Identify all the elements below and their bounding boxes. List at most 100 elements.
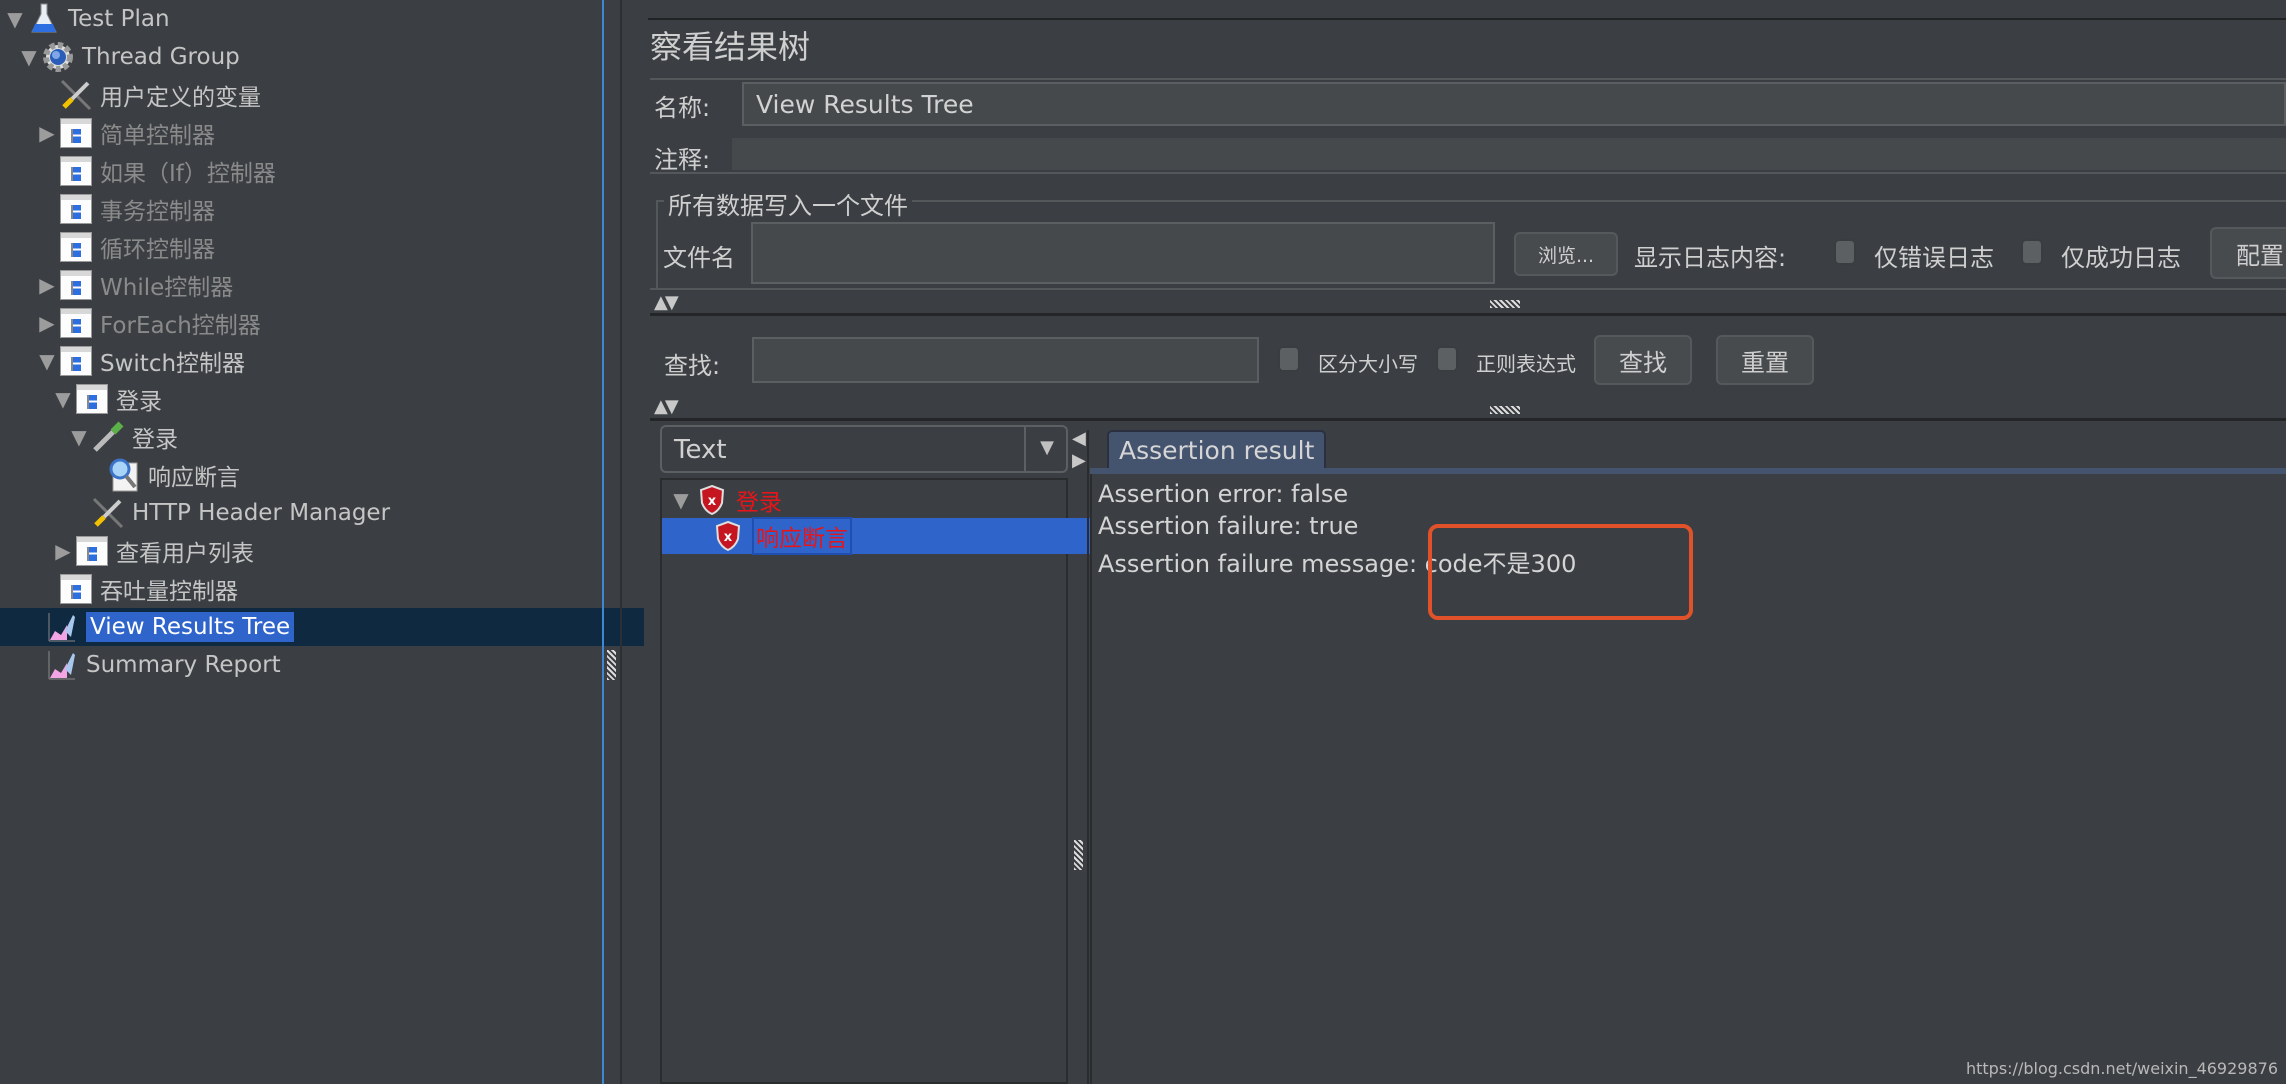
filename-label: 文件名 [663,244,735,272]
split-pane-grip-icon[interactable] [607,650,616,680]
tree-item-switch-controller[interactable]: ▼ Switch控制器 [0,342,636,380]
result-tree-label: 响应断言 [752,517,852,555]
filename-input[interactable] [751,222,1495,284]
divider [1087,430,1089,1084]
regex-checkbox[interactable] [1436,346,1458,372]
collapse-arrow-icon[interactable]: ▶ [36,121,58,145]
sample-result-tree[interactable]: ▼ x 登录 x 响应断言 [660,478,1118,1084]
tree-item-foreach-controller[interactable]: ▶ ForEach控制器 [0,304,636,342]
test-plan-tree[interactable]: ▼ Test Plan ▼ Thread Group 用户定义的变量 ▶ 简单控… [0,0,644,1084]
splitter-grip-icon[interactable] [1074,840,1083,870]
tree-item-user-defined-variables[interactable]: 用户定义的变量 [0,76,658,114]
expand-arrow-icon[interactable]: ▼ [52,387,74,411]
controller-icon [58,229,94,265]
result-tree-item[interactable]: ▼ x 登录 [662,482,1074,518]
wrench-screwdriver-icon [58,77,94,113]
tree-item-while-controller[interactable]: ▶ While控制器 [0,266,636,304]
tree-item-view-user-list[interactable]: ▶ 查看用户列表 [0,532,652,570]
tree-item-transaction-controller[interactable]: 事务控制器 [0,190,658,228]
chevron-down-icon: ▼ [1040,437,1054,458]
errors-only-checkbox[interactable] [1834,239,1856,265]
tree-item-loop-controller[interactable]: 循环控制器 [0,228,658,266]
svg-text:x: x [724,530,733,545]
search-input[interactable] [752,337,1259,383]
watermark: https://blog.csdn.net/weixin_46929876 [1965,1059,2278,1078]
fieldset-border [656,200,658,290]
tree-item-summary-report[interactable]: Summary Report [0,646,644,684]
flask-icon [26,1,62,37]
tree-item-simple-controller[interactable]: ▶ 简单控制器 [0,114,636,152]
errors-only-label: 仅错误日志 [1874,244,1994,272]
tree-item-thread-group[interactable]: ▼ Thread Group [0,38,618,76]
configure-button[interactable]: 配置 [2210,227,2286,279]
tree-item-http-header-manager[interactable]: HTTP Header Manager [0,494,690,532]
find-button[interactable]: 查找 [1594,335,1692,385]
case-sensitive-label: 区分大小写 [1318,352,1418,376]
divider [650,288,2286,290]
splitter-grip-icon[interactable] [1490,406,1520,414]
browse-button[interactable]: 浏览... [1514,232,1618,276]
log-content-label: 显示日志内容: [1634,244,1787,272]
controller-icon [58,343,94,379]
file-group-label: 所有数据写入一个文件 [664,186,912,221]
renderer-select[interactable]: Text ▼ [660,425,1068,473]
graph-icon [44,609,80,645]
renderer-select-value: Text [674,435,727,465]
controller-icon [58,571,94,607]
magnifier-icon [106,457,142,493]
expand-arrow-icon[interactable]: ▼ [68,425,90,449]
collapse-arrow-icon[interactable]: ▶ [52,539,74,563]
result-line: Assertion failure: true [1098,512,1359,540]
tree-item-view-results-tree[interactable]: View Results Tree [0,608,644,646]
select-separator [1024,427,1026,471]
tree-item-response-assertion[interactable]: 响应断言 [0,456,706,494]
tree-item-if-controller[interactable]: 如果（If）控制器 [0,152,658,190]
success-only-checkbox[interactable] [2021,239,2043,265]
split-pane-divider[interactable] [602,0,604,1084]
name-label: 名称: [654,94,711,122]
splitter-collapse-arrows-icon[interactable]: ▲▼ [654,396,679,417]
comment-label: 注释: [654,146,711,174]
splitter-collapse-arrows-icon[interactable]: ▲▼ [654,292,679,313]
controller-icon [58,153,94,189]
collapse-arrow-icon[interactable]: ▶ [36,273,58,297]
collapse-arrow-icon[interactable]: ▶ [36,311,58,335]
controller-icon [74,533,110,569]
controller-icon [58,267,94,303]
name-input[interactable]: View Results Tree [742,82,2286,126]
failure-shield-icon: x [698,485,726,515]
comment-input[interactable] [732,138,2286,170]
result-tree-item-selected[interactable]: x 响应断言 [662,517,1118,555]
tree-item-throughput-controller[interactable]: 吞吐量控制器 [0,570,658,608]
tree-item-test-plan[interactable]: ▼ Test Plan [0,0,604,38]
success-only-label: 仅成功日志 [2061,244,2181,272]
tree-item-login-sampler[interactable]: ▼ 登录 [0,418,668,456]
gear-icon [40,39,76,75]
reset-button[interactable]: 重置 [1716,335,1814,385]
expand-arrow-icon[interactable]: ▼ [670,488,692,512]
divider [650,418,2286,421]
tab-assertion-result[interactable]: Assertion result [1107,430,1327,468]
splitter-grip-icon[interactable] [1490,300,1520,308]
expand-arrow-icon[interactable]: ▼ [4,7,26,31]
highlight-annotation-box [1428,524,1693,620]
result-line: Assertion error: false [1098,480,1349,508]
tree-item-login-controller[interactable]: ▼ 登录 [0,380,652,418]
expand-arrow-icon[interactable]: ▼ [36,349,58,373]
divider [650,172,2286,174]
controller-icon [58,115,94,151]
expand-arrow-icon[interactable]: ▼ [18,45,40,69]
graph-icon [44,647,80,683]
pipette-icon [90,419,126,455]
divider [650,313,2286,316]
svg-text:x: x [708,494,717,509]
search-label: 查找: [664,352,721,380]
regex-label: 正则表达式 [1476,352,1576,376]
controller-icon [74,381,110,417]
panel-border [620,0,622,1084]
controller-icon [58,191,94,227]
page-title: 察看结果树 [650,28,811,66]
splitter-arrows-icon[interactable]: ◀ ▶ [1072,428,1086,472]
case-sensitive-checkbox[interactable] [1278,346,1300,372]
result-tree-label: 登录 [736,490,782,516]
